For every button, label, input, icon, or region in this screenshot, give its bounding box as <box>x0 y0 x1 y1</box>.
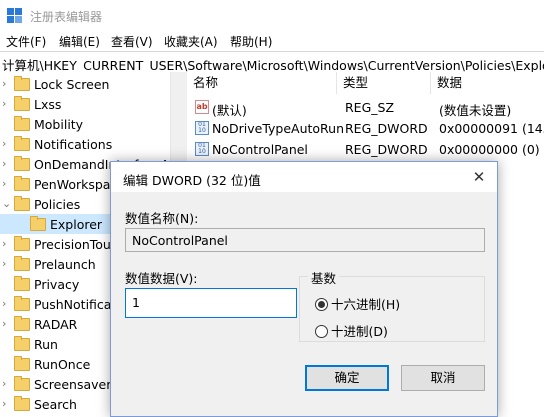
radix-dec-radio[interactable]: 十进制(D) <box>315 321 388 340</box>
folder-icon <box>14 136 30 151</box>
tree-item-lxss[interactable]: › Lxss <box>0 94 170 114</box>
folder-icon <box>14 296 30 311</box>
address-bar[interactable]: 计算机\HKEY_CURRENT_USER\Software\Microsoft… <box>0 51 544 73</box>
menu-favorites[interactable]: 收藏夹(A) <box>164 33 218 50</box>
tree-item-label: Run <box>34 337 58 352</box>
chevron-right-icon[interactable]: › <box>2 97 10 110</box>
radio-selected-icon <box>315 298 328 311</box>
string-value-icon: ab <box>195 100 209 114</box>
chevron-right-icon[interactable]: › <box>2 77 10 90</box>
title-bar: 注册表编辑器 <box>0 0 544 30</box>
dialog-title-bar[interactable]: 编辑 DWORD (32 位)值 ✕ <box>111 162 497 192</box>
folder-icon <box>30 216 46 231</box>
chevron-right-icon[interactable]: › <box>2 397 10 410</box>
tree-item-mobility[interactable]: Mobility <box>0 114 170 134</box>
chevron-right-icon[interactable]: › <box>2 157 10 170</box>
ok-button[interactable]: 确定 <box>305 365 389 391</box>
value-row-default[interactable]: ab (默认) REG_SZ (数值未设置) <box>187 97 544 118</box>
tree-item-notifications[interactable]: › Notifications <box>0 134 170 154</box>
folder-icon <box>14 256 30 271</box>
value-data: (数值未设置) <box>439 103 512 118</box>
tree-item-label: Prelaunch <box>34 257 96 272</box>
tree-item-lock-screen[interactable]: › Lock Screen <box>0 74 170 94</box>
value-row-nocontrolpanel[interactable]: 01 10 NoControlPanel REG_DWORD 0x00000000… <box>187 139 544 160</box>
tree-item-label: RunOnce <box>34 357 91 372</box>
close-icon[interactable]: ✕ <box>467 165 491 189</box>
chevron-right-icon[interactable]: › <box>2 297 10 310</box>
value-name: NoControlPanel <box>212 142 308 157</box>
value-type: REG_DWORD <box>345 121 428 136</box>
menu-help[interactable]: 帮助(H) <box>230 33 272 50</box>
folder-icon <box>14 356 30 371</box>
value-type: REG_DWORD <box>345 142 428 157</box>
chevron-right-icon[interactable]: › <box>2 137 10 150</box>
chevron-right-icon[interactable]: › <box>2 237 10 250</box>
value-data: 0x00000091 (145) <box>439 121 544 136</box>
tree-item-label: Screensavers <box>34 377 118 392</box>
folder-icon <box>14 196 30 211</box>
folder-icon <box>14 276 30 291</box>
registry-editor-icon <box>7 8 23 24</box>
folder-icon <box>14 376 30 391</box>
menu-bar: 文件(F) 编辑(E) 查看(V) 收藏夹(A) 帮助(H) <box>0 30 544 50</box>
value-data-label: 数值数据(V): <box>125 271 198 286</box>
chevron-down-icon[interactable]: ⌄ <box>2 197 11 210</box>
value-data: 0x00000000 (0) <box>439 142 540 157</box>
folder-icon <box>14 76 30 91</box>
chevron-right-icon[interactable]: › <box>2 317 10 330</box>
radix-dec-label: 十进制(D) <box>331 324 388 339</box>
chevron-right-icon[interactable]: › <box>2 377 10 390</box>
cancel-button[interactable]: 取消 <box>401 365 485 391</box>
value-data-input[interactable]: 1 <box>125 288 297 318</box>
binary-value-icon: 01 10 <box>195 121 209 135</box>
folder-icon <box>14 316 30 331</box>
tree-item-label: Privacy <box>34 277 80 292</box>
tree-item-label: Explorer <box>50 217 103 232</box>
folder-icon <box>14 236 30 251</box>
radix-hex-label: 十六进制(H) <box>331 297 401 312</box>
tree-item-label: Search <box>34 397 77 412</box>
tree-item-label: Policies <box>34 197 81 212</box>
radio-unselected-icon <box>315 325 328 338</box>
chevron-right-icon[interactable]: › <box>2 257 10 270</box>
value-name-field: NoControlPanel <box>125 228 485 252</box>
chevron-right-icon[interactable]: › <box>2 177 10 190</box>
folder-icon <box>14 336 30 351</box>
column-header-name[interactable]: 名称 <box>187 72 337 94</box>
folder-icon <box>14 176 30 191</box>
dialog-title: 编辑 DWORD (32 位)值 <box>123 173 261 188</box>
value-type: REG_SZ <box>345 100 395 115</box>
value-row-nodrivetypeautorun[interactable]: 01 10 NoDriveTypeAutoRun REG_DWORD 0x0000… <box>187 118 544 139</box>
tree-item-label: RADAR <box>34 317 78 332</box>
edit-dword-dialog: 编辑 DWORD (32 位)值 ✕ 数值名称(N): NoControlPan… <box>110 161 498 417</box>
radix-hex-radio[interactable]: 十六进制(H) <box>315 294 400 313</box>
column-header-data[interactable]: 数据 <box>431 72 544 94</box>
menu-edit[interactable]: 编辑(E) <box>59 33 100 50</box>
tree-item-label: Lock Screen <box>34 77 110 92</box>
tree-item-label: Notifications <box>34 137 113 152</box>
value-name: NoDriveTypeAutoRun <box>212 121 345 136</box>
folder-icon <box>14 156 30 171</box>
tree-item-label: Mobility <box>34 117 84 132</box>
value-name: (默认) <box>212 103 247 118</box>
folder-icon <box>14 396 30 411</box>
tree-item-label: Lxss <box>34 97 62 112</box>
column-header-type[interactable]: 类型 <box>337 72 431 94</box>
menu-view[interactable]: 查看(V) <box>111 33 153 50</box>
folder-icon <box>14 116 30 131</box>
window-title: 注册表编辑器 <box>30 10 103 24</box>
base-group-title: 基数 <box>308 268 340 287</box>
folder-icon <box>14 96 30 111</box>
menu-file[interactable]: 文件(F) <box>6 33 46 50</box>
binary-value-icon: 01 10 <box>195 142 209 156</box>
value-name-label: 数值名称(N): <box>125 211 199 226</box>
